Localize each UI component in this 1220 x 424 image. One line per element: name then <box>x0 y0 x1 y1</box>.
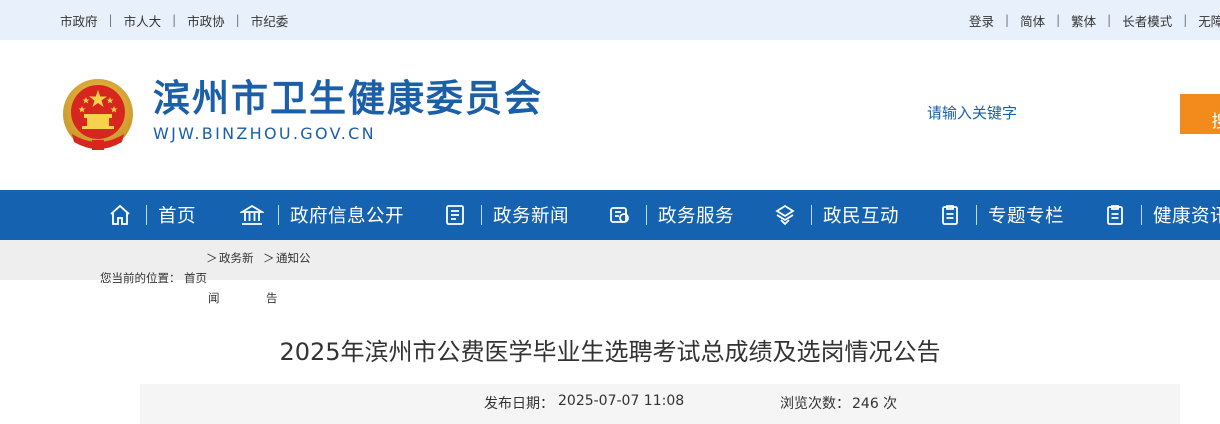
clipboard-icon <box>1103 203 1127 227</box>
link-city-government[interactable]: 市政府 <box>60 11 98 30</box>
article-meta: 发布日期： 2025-07-07 11:08 浏览次数： 246 次 <box>140 384 1180 424</box>
search-button[interactable]: 搜 <box>1180 94 1220 134</box>
top-right-links: 登录 | 简体 | 繁体 | 长者模式 | 无障 <box>969 0 1220 40</box>
site-domain: WJW.BINZHOU.GOV.CN <box>153 124 376 143</box>
site-title: 滨州市卫生健康委员会 <box>153 77 543 120</box>
link-city-cppcc[interactable]: 市政协 <box>187 11 225 30</box>
elder-mode-link[interactable]: 长者模式 <box>1122 11 1172 30</box>
nav-item-interaction[interactable]: 政民互动 <box>773 190 899 240</box>
breadcrumb-separator: ＞ <box>263 251 275 265</box>
simplified-chinese-link[interactable]: 简体 <box>1020 11 1045 30</box>
nav-divider <box>976 205 977 225</box>
nav-label: 政府信息公开 <box>290 206 405 227</box>
breadcrumb-separator: ＞ <box>206 251 218 265</box>
top-left-links: 市政府 | 市人大 | 市政协 | 市纪委 <box>60 0 288 40</box>
nav-item-gov-news[interactable]: 政务新闻 <box>443 190 569 240</box>
nav-divider <box>1141 205 1142 225</box>
nav-divider <box>646 205 647 225</box>
nav-item-special-topics[interactable]: 专题专栏 <box>938 190 1064 240</box>
article-title: 2025年滨州市公费医学毕业生选聘考试总成绩及选岗情况公告 <box>279 338 941 366</box>
main-navigation: 首页 政府信息公开 政务新闻 政务服务 政民互动 专题专栏 健康资讯 <box>0 190 1220 240</box>
breadcrumb-gov-news-wrap[interactable]: 闻 <box>208 290 220 306</box>
separator: | <box>108 13 113 27</box>
breadcrumb-notices-wrap[interactable]: 告 <box>266 290 278 306</box>
nav-label: 健康资讯 <box>1153 206 1220 227</box>
accessibility-link[interactable]: 无障 <box>1198 11 1220 30</box>
view-count-label: 浏览次数： <box>780 396 850 412</box>
top-utility-bar: 市政府 | 市人大 | 市政协 | 市纪委 登录 | 简体 | 繁体 | 长者模… <box>0 0 1220 40</box>
national-emblem-icon <box>63 79 133 150</box>
breadcrumb-bar <box>0 240 1220 280</box>
separator: | <box>1107 13 1112 27</box>
separator: | <box>235 13 240 27</box>
nav-label: 首页 <box>158 206 197 227</box>
service-icon <box>608 203 632 227</box>
breadcrumb-gov-news[interactable]: 政务新 <box>219 250 254 266</box>
link-city-discipline[interactable]: 市纪委 <box>251 11 289 30</box>
nav-item-gov-service[interactable]: 政务服务 <box>608 190 734 240</box>
breadcrumb-home[interactable]: 首页 <box>184 270 207 286</box>
site-header: 滨州市卫生健康委员会 WJW.BINZHOU.GOV.CN 请输入关键字 搜 <box>0 40 1220 190</box>
nav-label: 政务服务 <box>658 206 735 227</box>
breadcrumb-prefix: 您当前的位置： <box>100 271 181 285</box>
publish-date-label: 发布日期： <box>484 396 554 412</box>
nav-item-health-info[interactable]: 健康资讯 <box>1103 190 1220 240</box>
nav-divider <box>146 205 147 225</box>
traditional-chinese-link[interactable]: 繁体 <box>1071 11 1096 30</box>
interaction-icon <box>773 203 797 227</box>
separator: | <box>1183 13 1188 27</box>
nav-label: 政民互动 <box>823 206 900 227</box>
document-icon <box>443 203 467 227</box>
link-city-congress[interactable]: 市人大 <box>124 11 162 30</box>
view-count: 246 次 <box>852 396 898 412</box>
nav-divider <box>278 205 279 225</box>
search-input[interactable]: 请输入关键字 <box>927 102 1017 123</box>
building-icon <box>240 203 264 227</box>
nav-item-home[interactable]: 首页 <box>108 190 196 240</box>
separator: | <box>172 13 177 27</box>
nav-divider <box>481 205 482 225</box>
nav-item-gov-info[interactable]: 政府信息公开 <box>240 190 404 240</box>
nav-divider <box>811 205 812 225</box>
separator: | <box>1056 13 1061 27</box>
home-icon <box>108 203 132 227</box>
breadcrumb-notices[interactable]: 通知公 <box>276 250 311 266</box>
nav-label: 专题专栏 <box>988 206 1065 227</box>
clipboard-icon <box>938 203 962 227</box>
login-link[interactable]: 登录 <box>969 11 994 30</box>
nav-label: 政务新闻 <box>493 206 570 227</box>
publish-date: 2025-07-07 11:08 <box>558 393 685 409</box>
separator: | <box>1005 13 1010 27</box>
